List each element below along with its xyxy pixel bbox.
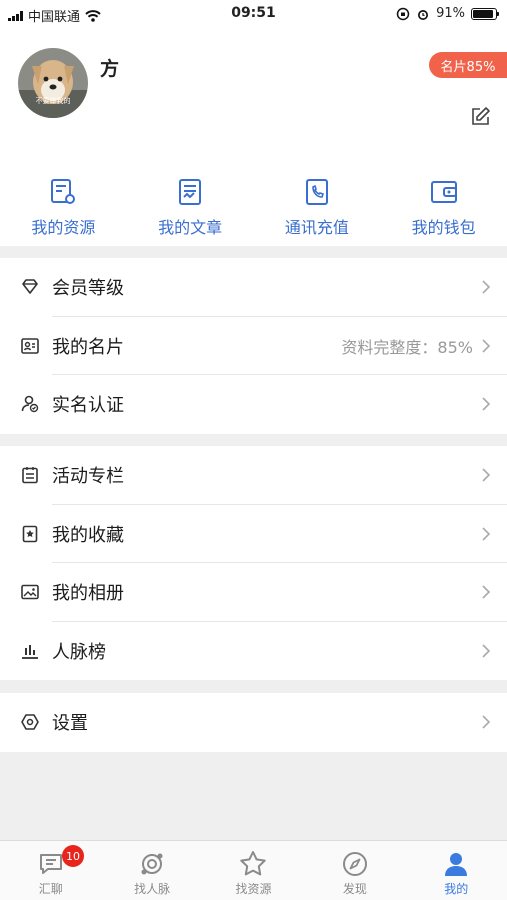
card-completion-badge[interactable]: 名片85%: [429, 52, 507, 78]
user-name: 方: [100, 58, 120, 80]
phone-recharge-icon: [305, 179, 328, 205]
calendar-icon: [22, 467, 38, 484]
chevron-right-icon: [482, 527, 491, 541]
quick-action-resources[interactable]: 我的资源: [0, 176, 127, 238]
bookmark-icon: [22, 525, 38, 543]
quick-actions: 我的资源 我的文章 通讯充值 我的钱包: [0, 176, 507, 238]
menu-item-activities[interactable]: 活动专栏: [0, 446, 507, 505]
chevron-right-icon: [482, 339, 491, 353]
article-icon: [179, 179, 202, 205]
settings-icon: [21, 714, 39, 731]
menu-item-real-name-verification[interactable]: 实名认证: [0, 375, 507, 434]
menu-item-album[interactable]: 我的相册: [0, 563, 507, 622]
menu-item-business-card[interactable]: 我的名片 资料完整度：85%: [0, 317, 507, 375]
menu-item-membership-level[interactable]: 会员等级: [0, 258, 507, 317]
id-card-icon: [21, 337, 39, 354]
status-bar: 中国联通 09:51 91%: [0, 0, 507, 28]
avatar[interactable]: 不要做我的: [18, 48, 88, 118]
bar-chart-icon: [22, 644, 38, 659]
diamond-icon: [22, 279, 38, 295]
chevron-right-icon: [482, 397, 491, 411]
avatar-caption: 不要做我的: [35, 97, 71, 105]
tab-chat[interactable]: 汇聊 10: [0, 841, 101, 900]
profile-completion-value: 资料完整度：85%: [341, 337, 473, 357]
menu-group-settings: 设置: [0, 693, 507, 752]
star-icon: [240, 851, 267, 876]
bottom-tab-bar: 汇聊 10 找人脉 找资源 发现 我的: [0, 840, 507, 900]
menu-group-content: 活动专栏 我的收藏 我的相册 人脉榜: [0, 446, 507, 680]
tab-me[interactable]: 我的: [406, 841, 507, 900]
menu-item-network-ranking[interactable]: 人脉榜: [0, 622, 507, 681]
verified-user-icon: [21, 395, 39, 413]
wallet-icon: [430, 181, 457, 203]
quick-action-articles[interactable]: 我的文章: [127, 176, 254, 238]
edit-icon[interactable]: [469, 106, 491, 128]
image-icon: [21, 584, 39, 600]
battery-icon: [471, 7, 499, 20]
chevron-right-icon: [482, 644, 491, 658]
rotation-lock-icon: [396, 7, 410, 20]
network-icon: [141, 853, 163, 875]
menu-item-settings[interactable]: 设置: [0, 693, 507, 752]
chevron-right-icon: [482, 468, 491, 482]
compass-icon: [342, 852, 367, 876]
profile-header: 不要做我的 方 名片85% 我的资源 我的文章 通讯充值 我的钱包: [0, 28, 507, 246]
tab-find-contacts[interactable]: 找人脉: [101, 841, 202, 900]
chevron-right-icon: [482, 715, 491, 729]
unread-badge: 10: [62, 845, 84, 867]
resource-icon: [51, 179, 76, 204]
alarm-icon: [418, 9, 429, 20]
battery-percent: 91%: [436, 6, 465, 21]
tab-find-resources[interactable]: 找资源: [203, 841, 304, 900]
menu-item-favorites[interactable]: 我的收藏: [0, 505, 507, 563]
quick-action-wallet[interactable]: 我的钱包: [380, 176, 507, 238]
tab-discover[interactable]: 发现: [304, 841, 405, 900]
quick-action-recharge[interactable]: 通讯充值: [254, 176, 381, 238]
person-icon: [445, 853, 468, 876]
menu-group-account: 会员等级 我的名片 资料完整度：85% 实名认证: [0, 258, 507, 434]
chevron-right-icon: [482, 280, 491, 294]
chevron-right-icon: [482, 585, 491, 599]
